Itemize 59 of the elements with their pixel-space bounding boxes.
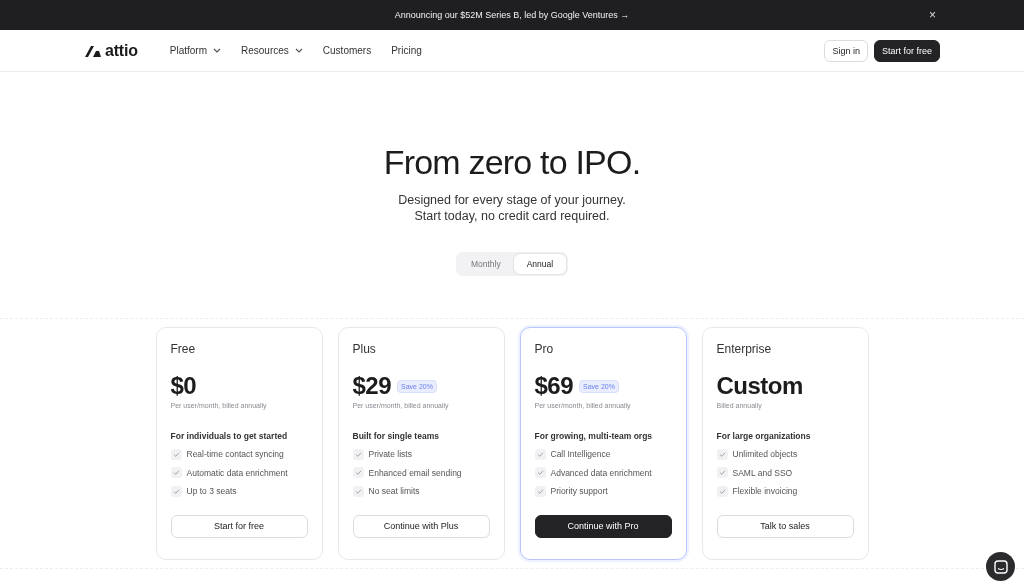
check-icon xyxy=(352,448,364,460)
check-icon xyxy=(534,448,546,460)
plan-button[interactable]: Talk to sales xyxy=(716,514,854,538)
feature-text: Private lists xyxy=(368,449,412,460)
feature-text: Real-time contact syncing xyxy=(186,449,284,460)
hero-title: From zero to IPO. xyxy=(383,143,641,182)
announcement-link[interactable]: Announcing our $52M Series B, led by Google Ventures → xyxy=(394,10,630,20)
feature-text: Enhanced email sending xyxy=(368,467,462,478)
chevron-down-icon xyxy=(213,48,221,53)
plan-price: $69 xyxy=(534,372,574,400)
plan-price: $29 xyxy=(352,372,392,400)
plan-name: Plus xyxy=(352,342,377,356)
plan-price: Custom xyxy=(716,372,803,400)
feature-text: Automatic data enrichment xyxy=(186,467,288,478)
feature-text: Call Intelligence xyxy=(550,449,611,460)
feature-text: Advanced data enrichment xyxy=(550,467,652,478)
chat-icon xyxy=(993,559,1008,574)
check-icon xyxy=(170,467,182,479)
check-icon xyxy=(534,485,546,497)
check-icon xyxy=(170,485,182,497)
feature-text: Flexible invoicing xyxy=(732,486,798,497)
check-icon xyxy=(170,448,182,460)
check-icon xyxy=(534,467,546,479)
feature-text: No seat limits xyxy=(368,486,420,497)
plan-button[interactable]: Continue with Pro xyxy=(534,514,672,538)
feature-text: Unlimited objects xyxy=(732,449,798,460)
nav-link[interactable]: Pricing xyxy=(391,45,422,56)
close-button[interactable]: × xyxy=(929,8,936,22)
logo-icon[interactable] xyxy=(84,43,102,58)
plan-tagline: Built for single teams xyxy=(352,431,440,441)
check-icon xyxy=(716,467,728,479)
hero-subtitle: Designed for every stage of your journey. xyxy=(398,192,626,208)
plan-name: Enterprise xyxy=(716,342,773,356)
check-icon xyxy=(352,485,364,497)
chat-button[interactable] xyxy=(986,552,1015,581)
plan-name: Pro xyxy=(534,342,555,356)
chevron-down-icon xyxy=(294,48,303,53)
plan-price: $0 xyxy=(170,372,197,400)
feature-text: Up to 3 seats xyxy=(186,486,237,497)
nav-button[interactable]: Start for free xyxy=(873,39,940,62)
nav-link[interactable]: Platform xyxy=(169,45,221,56)
nav-button[interactable]: Sign in xyxy=(824,39,868,62)
check-icon xyxy=(716,448,728,460)
logo-text[interactable]: attio xyxy=(105,41,138,60)
check-icon xyxy=(716,485,728,497)
billing-option[interactable]: Annual xyxy=(513,254,567,274)
feature-text: SAML and SSO xyxy=(732,467,793,478)
billing-option[interactable]: Monthly xyxy=(457,254,514,274)
plan-button[interactable]: Start for free xyxy=(170,514,308,538)
nav-link[interactable]: Customers xyxy=(322,45,372,56)
plan-tagline: For large organizations xyxy=(716,431,812,441)
plan-button[interactable]: Continue with Plus xyxy=(352,514,490,538)
hero-subtitle: Start today, no credit card required. xyxy=(414,208,610,224)
check-icon xyxy=(352,467,364,479)
plan-tagline: For growing, multi-team orgs xyxy=(534,431,654,441)
nav-link[interactable]: Resources xyxy=(241,45,303,56)
plan-name: Free xyxy=(170,342,197,356)
feature-text: Priority support xyxy=(550,486,608,497)
plan-tagline: For individuals to get started xyxy=(170,431,289,441)
